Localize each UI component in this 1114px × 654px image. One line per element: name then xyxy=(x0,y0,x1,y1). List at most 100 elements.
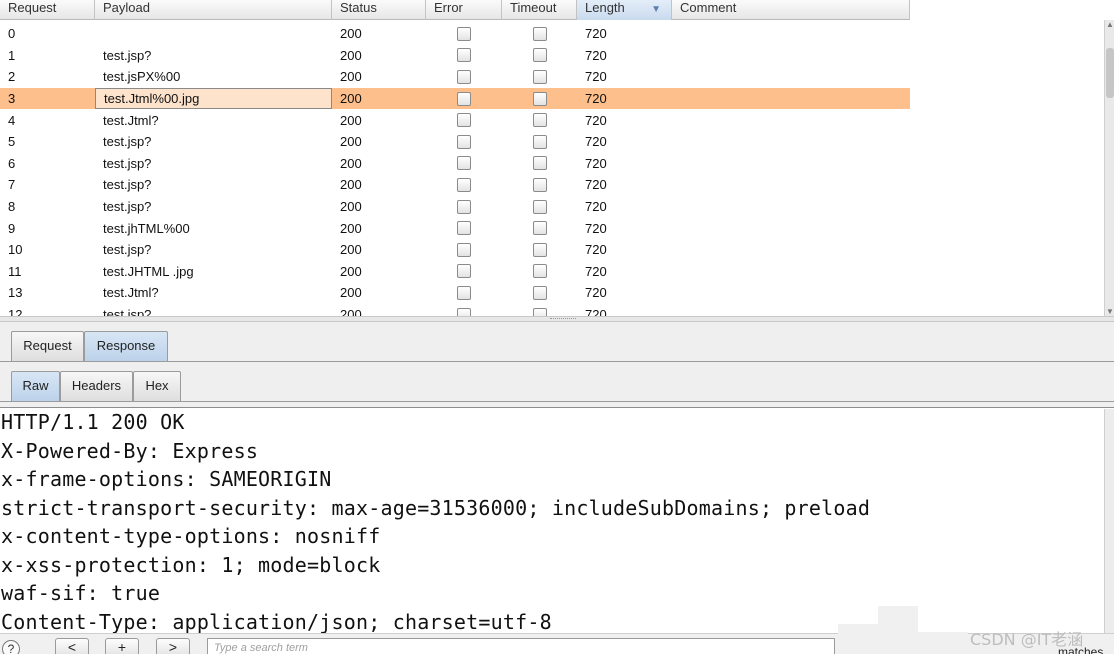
column-header-error[interactable]: Error xyxy=(426,0,502,20)
response-scrollbar[interactable] xyxy=(1104,409,1114,635)
cell-comment[interactable] xyxy=(672,109,910,131)
add-button[interactable]: + xyxy=(105,638,139,654)
cell-status: 200 xyxy=(340,112,362,128)
error-checkbox[interactable] xyxy=(457,91,471,106)
error-checkbox[interactable] xyxy=(457,199,471,214)
column-header-status[interactable]: Status xyxy=(332,0,426,20)
help-icon[interactable]: ? xyxy=(2,640,20,654)
table-scrollbar[interactable]: ▲ ▼ xyxy=(1104,20,1114,316)
cell-comment[interactable] xyxy=(672,174,910,196)
tab-request[interactable]: Request xyxy=(11,331,84,361)
timeout-checkbox[interactable] xyxy=(532,48,547,63)
tab-baseline xyxy=(0,401,1114,402)
cell-comment[interactable] xyxy=(672,45,910,67)
timeout-checkbox[interactable] xyxy=(532,69,547,84)
error-checkbox[interactable] xyxy=(457,69,471,84)
cell-comment[interactable] xyxy=(672,217,910,239)
cell-status: 200 xyxy=(340,155,362,171)
cell-comment[interactable] xyxy=(672,88,910,110)
cell-comment[interactable] xyxy=(672,153,910,175)
cell-timeout xyxy=(502,23,577,45)
cell-timeout xyxy=(502,217,577,239)
table-row[interactable]: 3 test.Jtml%00.jpg 200 720 xyxy=(0,87,910,110)
cell-comment[interactable] xyxy=(672,261,910,283)
table-row[interactable]: 1 test.jsp? 200 720 xyxy=(0,45,910,67)
cell-comment[interactable] xyxy=(672,23,910,45)
column-header-request[interactable]: Request xyxy=(0,0,95,20)
column-header-label: Timeout xyxy=(510,0,557,15)
timeout-checkbox[interactable] xyxy=(532,26,547,41)
cell-payload: test.jsPX%00 xyxy=(103,69,181,85)
cell-payload: test.jsp? xyxy=(103,199,152,215)
timeout-checkbox[interactable] xyxy=(532,264,547,279)
scrollbar-thumb[interactable] xyxy=(1106,48,1114,98)
scroll-down-icon[interactable]: ▼ xyxy=(1106,307,1114,316)
table-row[interactable]: 9 test.jhTML%00 200 720 xyxy=(0,217,910,239)
table-row[interactable]: 10 test.jsp? 200 720 xyxy=(0,239,910,261)
error-checkbox[interactable] xyxy=(457,113,471,128)
table-row[interactable]: 11 test.JHTML .jpg 200 720 xyxy=(0,261,910,283)
cell-status: 200 xyxy=(340,285,362,301)
error-checkbox[interactable] xyxy=(457,242,471,257)
cell-status: 200 xyxy=(340,177,362,193)
cell-comment[interactable] xyxy=(672,66,910,88)
table-row[interactable]: 4 test.Jtml? 200 720 xyxy=(0,109,910,131)
timeout-checkbox[interactable] xyxy=(532,177,547,192)
timeout-checkbox[interactable] xyxy=(532,221,547,236)
error-checkbox[interactable] xyxy=(457,264,471,279)
error-checkbox[interactable] xyxy=(457,285,471,300)
timeout-checkbox[interactable] xyxy=(532,242,547,257)
table-row[interactable]: 13 test.Jtml? 200 720 xyxy=(0,282,910,304)
tab-hex[interactable]: Hex xyxy=(133,371,181,401)
tab-headers[interactable]: Headers xyxy=(60,371,133,401)
error-checkbox[interactable] xyxy=(457,26,471,41)
table-row[interactable]: 2 test.jsPX%00 200 720 xyxy=(0,66,910,88)
search-input[interactable] xyxy=(207,638,835,654)
column-header-timeout[interactable]: Timeout xyxy=(502,0,577,20)
table-row[interactable]: 5 test.jsp? 200 720 xyxy=(0,131,910,153)
cell-status: 200 xyxy=(340,242,362,258)
error-checkbox[interactable] xyxy=(457,221,471,236)
cell-timeout xyxy=(502,282,577,304)
cell-request: 7 xyxy=(8,177,16,193)
timeout-checkbox[interactable] xyxy=(532,91,547,106)
cell-request: 0 xyxy=(8,26,16,42)
cell-comment[interactable] xyxy=(672,196,910,218)
tab-raw[interactable]: Raw xyxy=(11,371,60,401)
cell-comment[interactable] xyxy=(672,282,910,304)
timeout-checkbox[interactable] xyxy=(532,285,547,300)
cell-comment[interactable] xyxy=(672,239,910,261)
cell-comment[interactable] xyxy=(672,131,910,153)
plus-icon: + xyxy=(117,639,127,654)
error-checkbox[interactable] xyxy=(457,134,471,149)
cell-timeout xyxy=(502,109,577,131)
table-row[interactable]: 8 test.jsp? 200 720 xyxy=(0,196,910,218)
column-header-comment[interactable]: Comment xyxy=(672,0,910,20)
cell-length: 720 xyxy=(585,242,607,258)
cell-length: 720 xyxy=(585,69,607,85)
timeout-checkbox[interactable] xyxy=(532,113,547,128)
cell-error xyxy=(426,217,502,239)
table-row[interactable]: 7 test.jsp? 200 720 xyxy=(0,174,910,196)
timeout-checkbox[interactable] xyxy=(532,199,547,214)
table-body: 0 200 720 1 test.jsp? 200 720 2 test.jsPX%00 200 7… xyxy=(0,23,910,318)
error-checkbox[interactable] xyxy=(457,177,471,192)
next-match-button[interactable]: > xyxy=(156,638,190,654)
cell-status: 200 xyxy=(340,263,362,279)
error-checkbox[interactable] xyxy=(457,156,471,171)
timeout-checkbox[interactable] xyxy=(532,156,547,171)
previous-match-button[interactable]: < xyxy=(55,638,89,654)
column-header-payload[interactable]: Payload xyxy=(95,0,332,20)
tab-response[interactable]: Response xyxy=(84,331,168,361)
error-checkbox[interactable] xyxy=(457,48,471,63)
table-row[interactable]: 6 test.jsp? 200 720 xyxy=(0,153,910,175)
cell-length: 720 xyxy=(585,47,607,63)
watermark-text: CSDN @IT老涵 xyxy=(970,630,1084,649)
cell-request: 9 xyxy=(8,220,16,236)
cell-status: 200 xyxy=(340,199,362,215)
scroll-up-icon[interactable]: ▲ xyxy=(1106,20,1114,29)
timeout-checkbox[interactable] xyxy=(532,134,547,149)
table-row[interactable]: 0 200 720 xyxy=(0,23,910,45)
column-header-length[interactable]: Length ▼ xyxy=(577,0,672,20)
divider-grip-icon[interactable] xyxy=(550,318,576,321)
